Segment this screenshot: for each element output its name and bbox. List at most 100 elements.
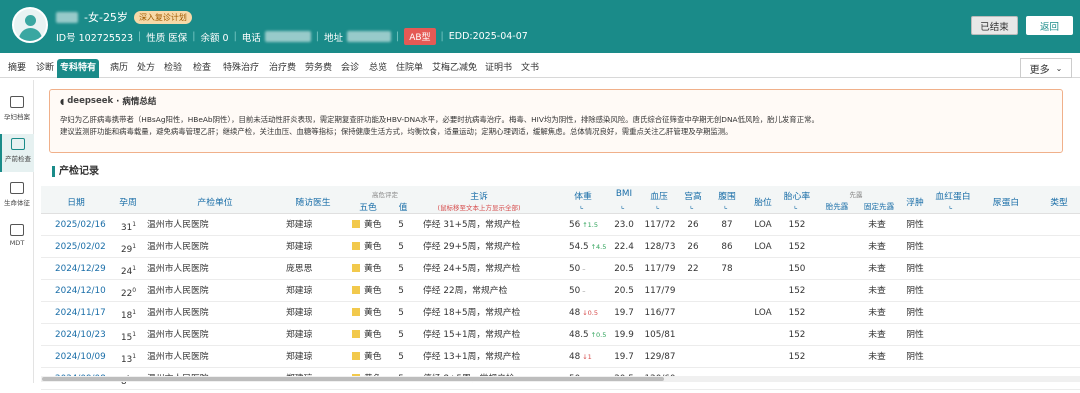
- tab-prescription[interactable]: 处方: [134, 59, 158, 78]
- cell-complaint[interactable]: 停经 15+1周，常规产检: [423, 324, 520, 346]
- tab-service-fee[interactable]: 劳务费: [302, 59, 335, 78]
- table-row[interactable]: 2025/02/16 311 温州市人民医院 郑建琼 黄色 5 停经 31+5周…: [41, 214, 1080, 236]
- table-row[interactable]: 2024/11/17 181 温州市人民医院 郑建琼 黄色 5 停经 18+5周…: [41, 302, 1080, 324]
- followup-tag[interactable]: 深入复诊计划: [133, 10, 192, 24]
- trend-chart-icon[interactable]: ⌞: [690, 201, 694, 210]
- tab-medical-record[interactable]: 病历: [107, 59, 131, 78]
- cell-doctor: 郑建琼: [286, 286, 313, 296]
- cell-position: LOA: [754, 242, 772, 252]
- cell-date[interactable]: 2025/02/02: [55, 236, 106, 258]
- tab-examination[interactable]: 检查: [190, 59, 214, 78]
- tab-diagnosis[interactable]: 诊断: [33, 59, 57, 78]
- more-dropdown[interactable]: 更多 ⌄: [1020, 58, 1072, 78]
- cell-edema: 阴性: [906, 242, 924, 252]
- more-label: 更多: [1029, 64, 1050, 76]
- cell-bmi: 22.4: [614, 242, 634, 252]
- cell-fixed-presentation: 未查: [868, 242, 886, 252]
- trend-chart-icon[interactable]: ⌞: [580, 201, 584, 210]
- back-button[interactable]: 返回: [1026, 16, 1073, 35]
- cell-bp: 117/72: [644, 220, 676, 230]
- tab-consultation[interactable]: 会诊: [338, 59, 362, 78]
- end-visit-button[interactable]: 已结束: [971, 16, 1018, 35]
- sidebar-item-label: 孕妇档案: [4, 113, 30, 121]
- cell-date[interactable]: 2024/11/17: [55, 302, 106, 324]
- sidebar-item-mdt[interactable]: MDT: [0, 220, 34, 258]
- table-row[interactable]: 2024/10/09 131 温州市人民医院 郑建琼 黄色 5 停经 13+1周…: [41, 346, 1080, 368]
- cell-bmi: 19.7: [614, 308, 634, 318]
- cell-complaint[interactable]: 停经 13+1周，常规产检: [423, 346, 520, 368]
- cell-fixed-presentation: 未查: [868, 220, 886, 230]
- table-header: 日期 孕周 产检单位 随访医生 高危评定 五色 值 主诉 (鼠标移至文本上方显示…: [41, 186, 1080, 214]
- cell-doctor: 庞思思: [286, 264, 313, 274]
- table-row[interactable]: 2024/12/10 220 温州市人民医院 郑建琼 黄色 5 停经 22周，常…: [41, 280, 1080, 302]
- tab-summary[interactable]: 摘要: [5, 59, 29, 78]
- record-tabs: 摘要 诊断 专科特有 病历 处方 检验 检查 特殊治疗 治疗费 劳务费 会诊 总…: [0, 56, 1080, 78]
- tab-special-treatment[interactable]: 特殊治疗: [220, 59, 262, 78]
- cell-unit: 温州市人民医院: [147, 352, 209, 362]
- th-presentation: 先露: [849, 191, 863, 199]
- th-complaint: 主诉: [470, 192, 488, 202]
- cell-edema: 阴性: [906, 286, 924, 296]
- cell-bp: 105/81: [644, 330, 676, 340]
- th-unit: 产检单位: [197, 198, 233, 208]
- cell-doctor: 郑建琼: [286, 242, 313, 252]
- tab-specialty[interactable]: 专科特有: [57, 59, 100, 78]
- sidebar-item-pregnancy-file[interactable]: 孕妇档案: [0, 92, 34, 130]
- th-bmi: BMI: [615, 189, 633, 199]
- cell-weight: 54.5 ↑4.5: [569, 242, 607, 252]
- cell-complaint[interactable]: 停经 22周，常规产检: [423, 280, 507, 302]
- cell-weight: 48 ↓0.5: [569, 308, 598, 318]
- scrollbar-thumb[interactable]: [42, 377, 664, 381]
- tab-lab-test[interactable]: 检验: [161, 59, 185, 78]
- th-first-presentation: 胎先露: [825, 202, 849, 211]
- cell-weight: 50–: [569, 286, 586, 296]
- cell-bp: 129/87: [644, 352, 676, 362]
- weight-trend: ↑1.5: [582, 221, 598, 229]
- sidebar-item-label: MDT: [9, 239, 25, 247]
- whale-logo-icon: ◖: [60, 96, 65, 106]
- tab-documents[interactable]: 文书: [518, 59, 542, 78]
- cell-date[interactable]: 2024/12/10: [55, 280, 106, 302]
- cell-complaint[interactable]: 停经 29+5周，常规产检: [423, 236, 520, 258]
- cell-bp: 117/79: [644, 264, 676, 274]
- table-row[interactable]: 2025/02/02 291 温州市人民医院 郑建琼 黄色 5 停经 29+5周…: [41, 236, 1080, 258]
- cell-fixed-presentation: 未查: [868, 264, 886, 274]
- cell-date[interactable]: 2024/10/09: [55, 346, 106, 368]
- horizontal-scrollbar[interactable]: [41, 376, 1080, 382]
- folder-icon: [10, 96, 24, 108]
- tab-overview[interactable]: 总览: [366, 59, 390, 78]
- tab-treatment-fee[interactable]: 治疗费: [266, 59, 299, 78]
- cell-date[interactable]: 2024/12/29: [55, 258, 106, 280]
- trend-chart-icon[interactable]: ⌞: [794, 201, 798, 210]
- cell-complaint[interactable]: 停经 24+5周，常规产检: [423, 258, 520, 280]
- cell-unit: 温州市人民医院: [147, 242, 209, 252]
- tab-certificate[interactable]: 证明书: [482, 59, 515, 78]
- trend-chart-icon[interactable]: ⌞: [621, 201, 625, 210]
- tab-admission[interactable]: 住院单: [393, 59, 426, 78]
- cell-bp: 116/77: [644, 308, 676, 318]
- risk-color-swatch: [352, 352, 360, 360]
- trend-chart-icon[interactable]: ⌞: [656, 201, 660, 210]
- patient-id: ID号 102725523: [56, 32, 134, 44]
- cell-fundal: 26: [687, 242, 699, 252]
- patient-avatar: [12, 7, 48, 43]
- trend-chart-icon[interactable]: ⌞: [724, 201, 728, 210]
- cell-doctor: 郑建琼: [286, 308, 313, 318]
- ai-brand: deepseek: [67, 96, 114, 106]
- cell-position: LOA: [754, 308, 772, 318]
- cell-complaint[interactable]: 停经 18+5周，常规产检: [423, 302, 520, 324]
- cell-complaint[interactable]: 停经 31+5周，常规产检: [423, 214, 520, 236]
- table-row[interactable]: 2024/10/23 151 温州市人民医院 郑建琼 黄色 5 停经 15+1周…: [41, 324, 1080, 346]
- th-fixed-presentation: 固定先露: [863, 202, 895, 211]
- ai-title-text: · 病情总结: [116, 97, 157, 107]
- trend-chart-icon[interactable]: ⌞: [949, 201, 953, 210]
- cell-date[interactable]: 2025/02/16: [55, 214, 106, 236]
- cell-date[interactable]: 2024/10/23: [55, 324, 106, 346]
- tab-aids-syphilis-hepb[interactable]: 艾梅乙减免: [429, 59, 480, 78]
- cell-risk-value: 5: [398, 330, 404, 340]
- table-row[interactable]: 2024/12/29 241 温州市人民医院 庞思思 黄色 5 停经 24+5周…: [41, 258, 1080, 280]
- sidebar-item-prenatal-exam[interactable]: 产前检查: [0, 134, 34, 172]
- ai-summary-line-2: 建议监测肝功能和病毒载量，避免病毒管理乙肝；继续产检，关注血压、血糖等指标；保持…: [60, 127, 733, 136]
- ai-summary-line-1: 孕妇为乙肝病毒携带者（HBsAg阳性，HBeAb阴性），目前未活动性肝炎表现，需…: [60, 115, 819, 124]
- sidebar-item-vitals[interactable]: 生命体征: [0, 178, 34, 216]
